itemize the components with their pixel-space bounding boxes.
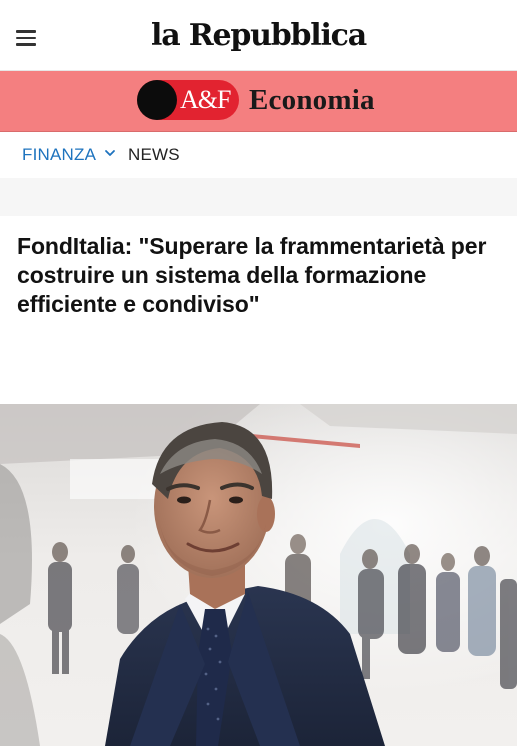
site-logo[interactable]: la Repubblica [0, 16, 517, 56]
portrait-photo-illustration [0, 404, 517, 746]
nav-item-finanza[interactable]: FINANZA [22, 144, 96, 166]
article-photo[interactable] [0, 404, 517, 746]
chevron-down-icon[interactable] [104, 147, 116, 159]
subnav: FINANZA NEWS [0, 132, 517, 178]
af-badge-label: A&F [180, 85, 231, 114]
af-dot-icon [137, 80, 177, 120]
section-band: A&F Economia [0, 71, 517, 132]
nav-item-news[interactable]: NEWS [128, 144, 180, 166]
article-headline[interactable]: FondItalia: "Superare la frammentarietà … [17, 232, 502, 319]
separator-band [0, 178, 517, 216]
section-title[interactable]: Economia [249, 81, 375, 119]
top-header: la Repubblica [0, 0, 517, 71]
